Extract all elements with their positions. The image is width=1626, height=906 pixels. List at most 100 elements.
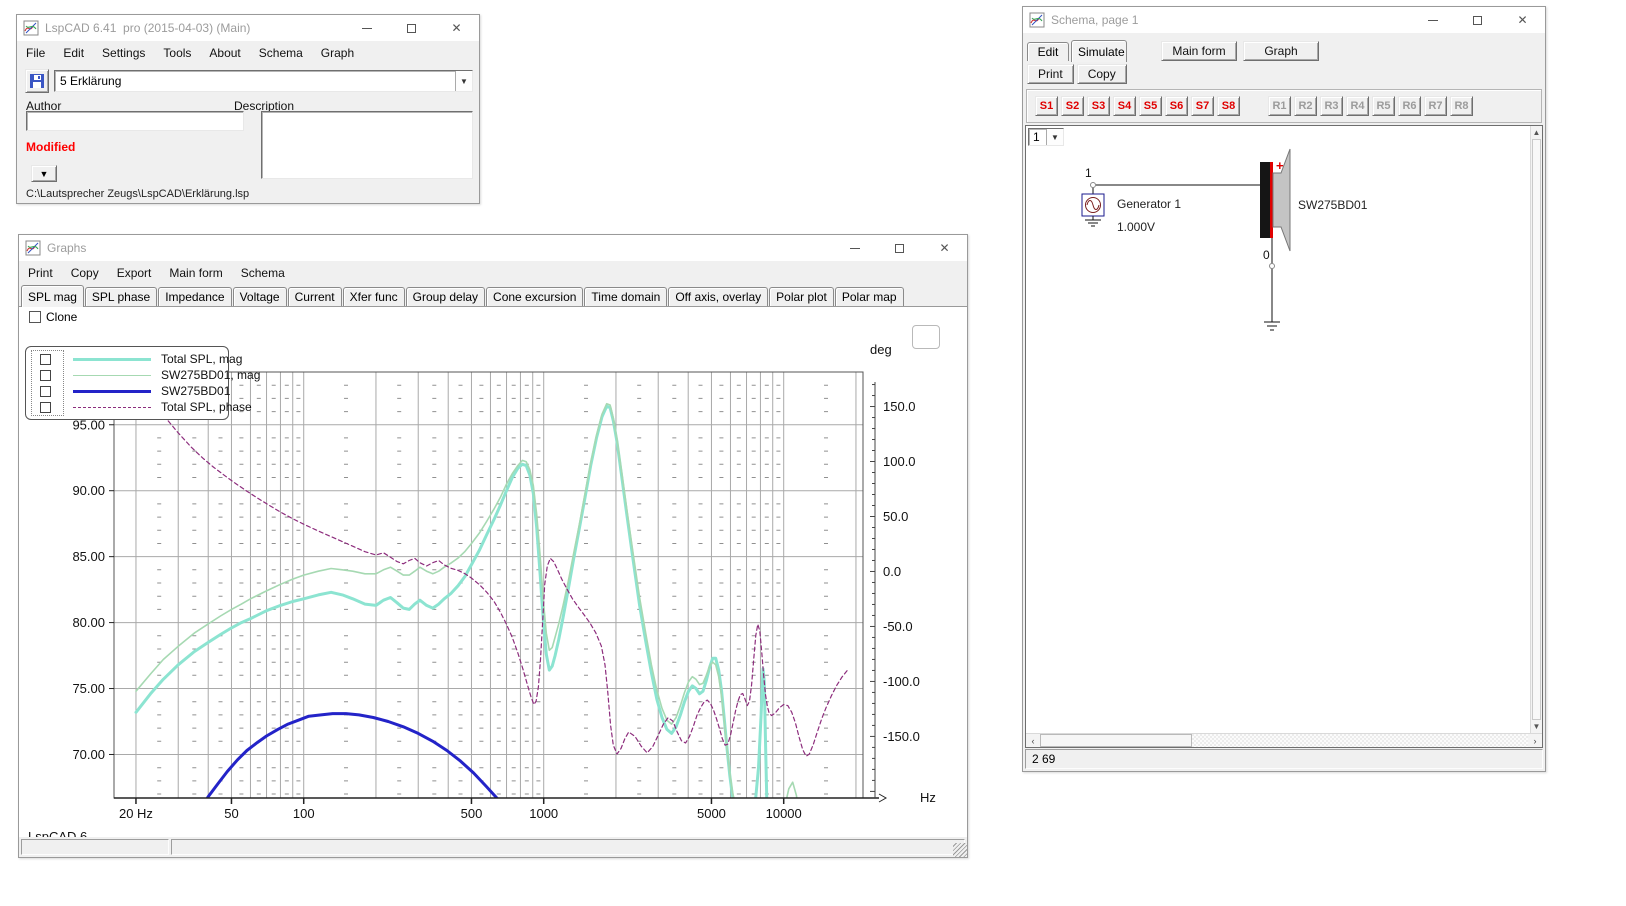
tab-polar-map[interactable]: Polar map	[835, 287, 904, 306]
generator-voltage: 1.000V	[1117, 220, 1155, 234]
schematic-canvas[interactable]: 1 ▼ 1	[1025, 125, 1543, 748]
s5-button[interactable]: S5	[1139, 96, 1162, 116]
vertical-scroll-thumb[interactable]	[1532, 139, 1541, 720]
menu-schema[interactable]: Schema	[250, 44, 312, 62]
tab-cone-excursion[interactable]: Cone excursion	[486, 287, 583, 306]
project-selector-value: 5 Erklärung	[55, 74, 455, 88]
r2-button[interactable]: R2	[1294, 96, 1317, 116]
tab-xfer-func[interactable]: Xfer func	[343, 287, 405, 306]
tab-spl-phase[interactable]: SPL phase	[85, 287, 157, 306]
main-form-button[interactable]: Main form	[1161, 41, 1237, 61]
schematic-drawing: 1 Generator 1 1.000V	[1026, 126, 1531, 726]
legend-checkbox-sw275bd01[interactable]	[40, 386, 51, 397]
legend-label: SW275BD01	[161, 384, 230, 398]
r7-button[interactable]: R7	[1424, 96, 1447, 116]
horizontal-scroll-thumb[interactable]	[1040, 734, 1192, 747]
horizontal-scrollbar[interactable]: ‹ ›	[1026, 733, 1542, 747]
menu-edit[interactable]: Edit	[54, 44, 93, 62]
legend-checkbox-total-spl-phase[interactable]	[40, 402, 51, 413]
graph-button[interactable]: Graph	[1243, 41, 1319, 61]
s1-button[interactable]: S1	[1035, 96, 1058, 116]
menu-about[interactable]: About	[200, 44, 249, 62]
r1-button[interactable]: R1	[1268, 96, 1291, 116]
resize-grip[interactable]	[953, 843, 967, 857]
menu-tools[interactable]: Tools	[154, 44, 200, 62]
menu-export[interactable]: Export	[108, 264, 161, 282]
save-button[interactable]	[25, 69, 49, 93]
modified-badge: Modified	[26, 140, 75, 154]
expand-button[interactable]: ▼	[31, 165, 57, 182]
close-icon[interactable]: ✕	[922, 235, 967, 261]
app-icon	[1029, 12, 1045, 28]
tab-time-domain[interactable]: Time domain	[584, 287, 667, 306]
speaker-icon[interactable]	[1260, 149, 1290, 251]
menu-print[interactable]: Print	[19, 264, 62, 282]
menu-schema[interactable]: Schema	[232, 264, 294, 282]
tab-impedance[interactable]: Impedance	[158, 287, 231, 306]
tab-simulate[interactable]: Simulate	[1071, 40, 1127, 62]
scroll-right-icon[interactable]: ›	[1528, 734, 1542, 747]
generator-icon[interactable]	[1082, 194, 1104, 226]
s2-button[interactable]: S2	[1061, 96, 1084, 116]
tab-voltage[interactable]: Voltage	[233, 287, 287, 306]
author-field[interactable]	[26, 111, 244, 131]
maximize-icon[interactable]	[389, 15, 434, 41]
r6-button[interactable]: R6	[1398, 96, 1421, 116]
print-button[interactable]: Print	[1027, 64, 1074, 84]
tab-current[interactable]: Current	[288, 287, 342, 306]
r3-button[interactable]: R3	[1320, 96, 1343, 116]
r4-button[interactable]: R4	[1346, 96, 1369, 116]
r5-button[interactable]: R5	[1372, 96, 1395, 116]
tab-polar-plot[interactable]: Polar plot	[769, 287, 834, 306]
tab-edit[interactable]: Edit	[1027, 42, 1069, 61]
scroll-left-icon[interactable]: ‹	[1026, 734, 1040, 747]
r8-button[interactable]: R8	[1450, 96, 1473, 116]
close-icon[interactable]: ✕	[1500, 7, 1545, 33]
svg-text:75.00: 75.00	[72, 681, 105, 696]
maximize-icon[interactable]	[877, 235, 922, 261]
menu-copy[interactable]: Copy	[62, 264, 108, 282]
vertical-scrollbar[interactable]: ▲ ▼	[1530, 126, 1542, 733]
legend-checkbox-total-spl-mag[interactable]	[40, 354, 51, 365]
app-icon	[23, 20, 39, 36]
copy-button[interactable]: Copy	[1077, 64, 1127, 84]
tab-spl-mag[interactable]: SPL mag	[21, 285, 84, 307]
menu-file[interactable]: File	[17, 44, 54, 62]
chevron-down-icon[interactable]: ▼	[1046, 129, 1063, 145]
scroll-down-icon[interactable]: ▼	[1531, 720, 1542, 733]
tab-group-delay[interactable]: Group delay	[406, 287, 485, 306]
close-icon[interactable]: ✕	[434, 15, 479, 41]
chevron-down-icon[interactable]: ▼	[455, 71, 472, 91]
project-selector[interactable]: 5 Erklärung ▼	[54, 70, 473, 92]
s3-button[interactable]: S3	[1087, 96, 1110, 116]
file-path: C:\Lautsprecher Zeugs\LspCAD\Erklärung.l…	[26, 188, 249, 200]
clone-checkbox[interactable]	[29, 311, 41, 323]
graphs-menubar: Print Copy Export Main form Schema	[19, 261, 967, 285]
schema-titlebar[interactable]: Schema, page 1 ✕	[1023, 7, 1545, 33]
s6-button[interactable]: S6	[1165, 96, 1188, 116]
legend-checkbox-sw275bd01-mag[interactable]	[40, 370, 51, 381]
node-0-label: 0	[1263, 248, 1270, 262]
menu-graph[interactable]: Graph	[312, 44, 363, 62]
scroll-up-icon[interactable]: ▲	[1531, 126, 1542, 139]
minimize-icon[interactable]	[1410, 7, 1455, 33]
s7-button[interactable]: S7	[1191, 96, 1214, 116]
page-selector[interactable]: 1 ▼	[1028, 128, 1064, 146]
legend-line-sample	[73, 358, 151, 361]
legend-label: Total SPL, phase	[161, 400, 252, 414]
schema-toolbar: Print Copy	[1023, 61, 1545, 87]
description-field[interactable]	[261, 111, 473, 179]
s8-button[interactable]: S8	[1217, 96, 1240, 116]
maximize-icon[interactable]	[1455, 7, 1500, 33]
menu-main-form[interactable]: Main form	[160, 264, 231, 282]
minimize-icon[interactable]	[344, 15, 389, 41]
minimize-icon[interactable]	[832, 235, 877, 261]
menu-settings[interactable]: Settings	[93, 44, 154, 62]
desktop: { "main_window": { "title": "LspCAD 6.41…	[0, 0, 1626, 906]
s4-button[interactable]: S4	[1113, 96, 1136, 116]
horizontal-scroll-track[interactable]	[1192, 734, 1528, 747]
tab-off-axis-overlay[interactable]: Off axis, overlay	[668, 287, 768, 306]
main-titlebar[interactable]: LspCAD 6.41 pro (2015-04-03) (Main) ✕	[17, 15, 479, 41]
color-box[interactable]	[912, 325, 940, 349]
graphs-titlebar[interactable]: Graphs ✕	[19, 235, 967, 261]
